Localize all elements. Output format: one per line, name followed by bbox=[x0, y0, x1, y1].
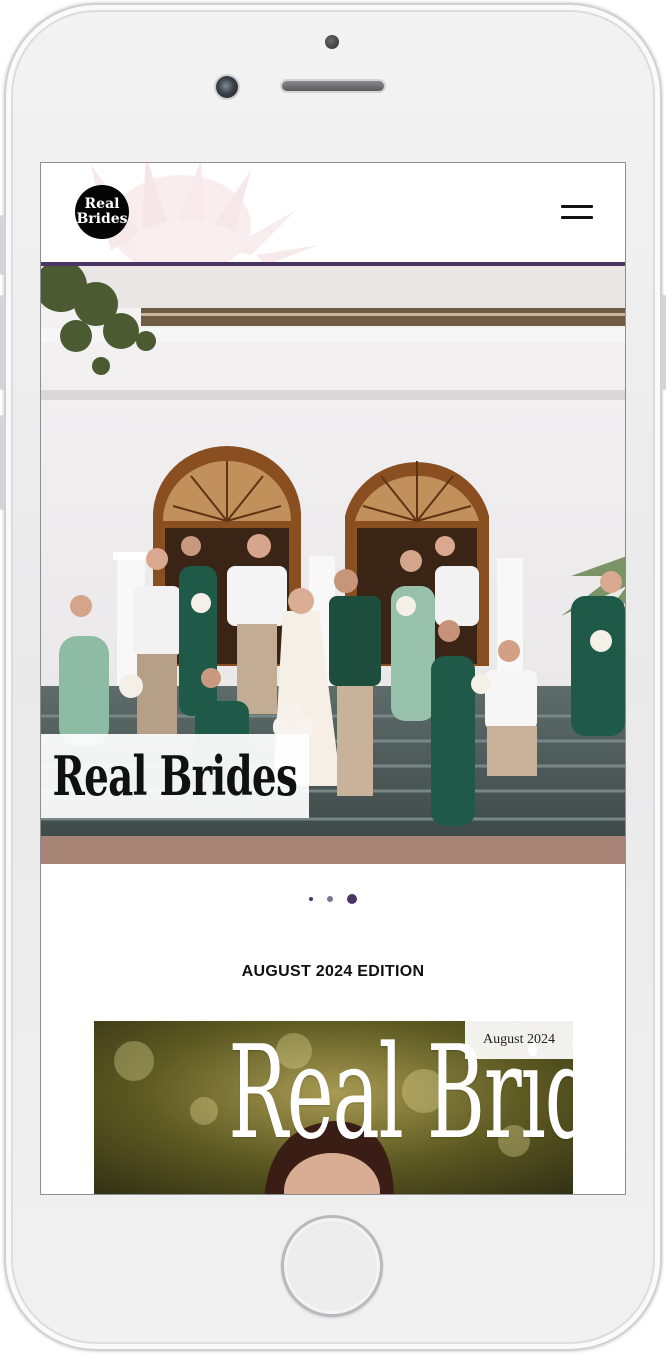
volume-up-button bbox=[0, 295, 5, 390]
phone-screen: Real Brides Real Brides AUGUST 2024 EDIT… bbox=[40, 162, 626, 1195]
cover-date: August 2024 bbox=[465, 1021, 573, 1059]
site-header: Real Brides bbox=[41, 163, 625, 266]
hero-title-card: Real Brides bbox=[41, 734, 309, 818]
hamburger-icon[interactable] bbox=[561, 201, 593, 223]
hero-slider[interactable]: Real Brides bbox=[41, 266, 625, 864]
logo-line1: Real bbox=[84, 196, 120, 212]
home-button[interactable] bbox=[281, 1215, 383, 1317]
hero-title: Real Brides bbox=[52, 744, 298, 808]
power-button bbox=[661, 295, 666, 390]
proximity-sensor bbox=[325, 35, 339, 49]
earpiece-speaker bbox=[282, 81, 384, 91]
front-camera bbox=[216, 76, 238, 98]
slider-pagination bbox=[41, 893, 625, 905]
slide-dot-3-active[interactable] bbox=[347, 894, 357, 904]
edition-heading: AUGUST 2024 EDITION bbox=[241, 963, 425, 980]
logo-line2: Brides bbox=[76, 211, 128, 227]
volume-down-button bbox=[0, 415, 5, 510]
mute-switch bbox=[0, 215, 5, 275]
magazine-cover[interactable]: Real Brides August 2024 bbox=[94, 1021, 573, 1194]
slide-dot-1[interactable] bbox=[309, 897, 313, 901]
slide-dot-2[interactable] bbox=[327, 896, 333, 902]
site-logo[interactable]: Real Brides bbox=[75, 185, 129, 239]
